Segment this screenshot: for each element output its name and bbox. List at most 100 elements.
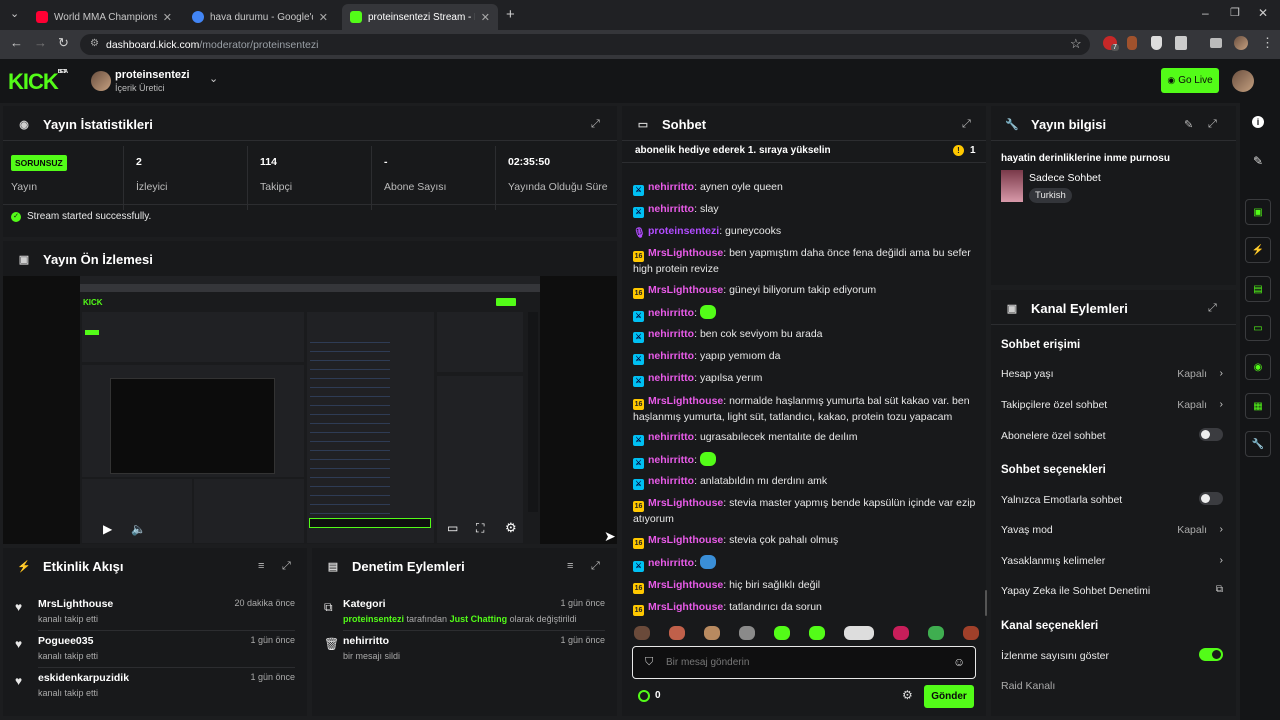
chat-message[interactable]: ⚔ nehirritto: anlatabıldın mı derdını amk bbox=[633, 474, 983, 490]
chat-username[interactable]: MrsLighthouse bbox=[648, 497, 723, 509]
setting-subscribers-only[interactable]: Abonelere özel sohbet bbox=[1001, 428, 1223, 450]
emote-icon[interactable] bbox=[963, 626, 979, 640]
chat-message[interactable]: ⚔ nehirritto: bbox=[633, 305, 983, 322]
send-button[interactable]: Gönder bbox=[924, 685, 974, 708]
channel-avatar[interactable] bbox=[91, 71, 111, 91]
tab-search-icon[interactable]: ⌄ bbox=[10, 7, 19, 20]
shield-extension-icon[interactable] bbox=[1151, 36, 1162, 50]
chat-username[interactable]: nehirritto bbox=[648, 203, 694, 215]
chat-message[interactable]: ⚔ nehirritto: yapıp yemıom da bbox=[633, 349, 983, 365]
edit-pencil-icon[interactable]: ✎ bbox=[1253, 154, 1263, 168]
sidebar-stats-icon[interactable]: ▣ bbox=[1245, 199, 1271, 225]
chat-message[interactable]: 16 MrsLighthouse: güneyi biliyorum takip … bbox=[633, 283, 983, 299]
url-field[interactable]: dashboard.kick.com/moderator/proteinsent… bbox=[80, 34, 1090, 55]
sidebar-preview-icon[interactable]: ◉ bbox=[1245, 354, 1271, 380]
video-player[interactable]: KICK ▶ 🔈 ▭ ⛶ ⚙ bbox=[3, 276, 617, 544]
emote-icon[interactable] bbox=[893, 626, 909, 640]
chat-message[interactable]: 16 MrsLighthouse: normalde haşlanmış yumu… bbox=[633, 394, 983, 425]
list-item[interactable]: ♥ Poguee035 kanalı takip etti 1 gün önce bbox=[3, 631, 307, 668]
user-avatar[interactable] bbox=[1232, 70, 1254, 92]
back-icon[interactable]: ← bbox=[10, 35, 23, 50]
filter-icon[interactable]: ≡ bbox=[567, 560, 573, 572]
chat-username[interactable]: nehirritto bbox=[648, 431, 694, 443]
list-item[interactable]: 🗑 nehirritto bir mesajı sildi 1 gün önce bbox=[312, 631, 617, 668]
chat-username[interactable]: nehirritto bbox=[648, 181, 694, 193]
chat-message[interactable]: ⚔ nehirritto: bbox=[633, 555, 983, 572]
shield-icon[interactable]: ⛉ bbox=[645, 656, 653, 669]
channel-points-icon[interactable] bbox=[638, 690, 650, 702]
chat-message[interactable]: 16 MrsLighthouse: hiç biri sağlıklı değil bbox=[633, 578, 983, 594]
chat-username[interactable]: MrsLighthouse bbox=[648, 579, 723, 591]
sidebar-wrench-icon[interactable]: 🔧 bbox=[1245, 431, 1271, 457]
chat-input-box[interactable]: ⛉ Bir mesaj gönderin ☺ bbox=[632, 646, 976, 679]
chat-username[interactable]: nehirritto bbox=[648, 475, 694, 487]
setting-account-age[interactable]: Hesap yaşı Kapalı › bbox=[1001, 367, 1223, 388]
expand-icon[interactable]: ⤢ bbox=[591, 118, 600, 131]
chat-message[interactable]: ⚔ nehirritto: bbox=[633, 452, 983, 469]
chat-username[interactable]: MrsLighthouse bbox=[648, 284, 723, 296]
setting-emote-only[interactable]: Yalnızca Emotlarla sohbet bbox=[1001, 492, 1223, 514]
media-control-icon[interactable] bbox=[1210, 38, 1222, 48]
extension-icon[interactable] bbox=[1127, 36, 1137, 50]
expand-icon[interactable]: ⤢ bbox=[282, 560, 291, 573]
chat-username[interactable]: nehirritto bbox=[648, 307, 694, 319]
edit-pencil-icon[interactable]: ✎ bbox=[1184, 118, 1193, 131]
forward-icon[interactable]: → bbox=[34, 35, 47, 50]
emote-icon[interactable] bbox=[928, 626, 944, 640]
puzzle-extension-icon[interactable] bbox=[1175, 36, 1187, 50]
emote-icon[interactable] bbox=[704, 626, 720, 640]
reload-icon[interactable]: ↻ bbox=[58, 35, 69, 51]
chat-username[interactable]: MrsLighthouse bbox=[648, 247, 723, 259]
chat-username[interactable]: MrsLighthouse bbox=[648, 534, 723, 546]
chat-input[interactable]: Bir mesaj gönderin bbox=[666, 657, 749, 668]
chat-message[interactable]: ⚔ nehirritto: slay bbox=[633, 202, 983, 218]
emote-icon[interactable] bbox=[739, 626, 755, 640]
chat-message[interactable]: 16 MrsLighthouse: stevia master yapmış be… bbox=[633, 496, 983, 527]
browser-menu-icon[interactable]: ⋮ bbox=[1261, 35, 1274, 51]
fullscreen-icon[interactable]: ⛶ bbox=[476, 521, 484, 536]
emote-icon[interactable] bbox=[774, 626, 790, 640]
expand-icon[interactable]: ⤢ bbox=[962, 118, 971, 131]
emote-icon[interactable] bbox=[809, 626, 825, 640]
volume-icon[interactable]: 🔈 bbox=[131, 522, 146, 536]
setting-show-viewcount[interactable]: İzlenme sayısını göster bbox=[1001, 648, 1223, 670]
minimize-icon[interactable]: – bbox=[1202, 6, 1209, 20]
list-item[interactable]: ♥ eskidenkarpuzidik kanalı takip etti 1 … bbox=[3, 668, 307, 705]
toggle-switch[interactable] bbox=[1199, 492, 1223, 505]
window-close-icon[interactable]: ✕ bbox=[1258, 6, 1268, 20]
chat-message[interactable]: 16 MrsLighthouse: stevia çok pahalı olmuş bbox=[633, 533, 983, 549]
chat-message[interactable]: ⚔ nehirritto: ugrasabılecek mentalıte de … bbox=[633, 430, 983, 446]
pinned-message[interactable]: abonelik hediye ederek 1. sıraya yükseli… bbox=[635, 145, 831, 156]
chat-username[interactable]: nehirritto bbox=[648, 350, 694, 362]
chevron-down-icon[interactable]: ⌄ bbox=[209, 72, 218, 85]
emoji-icon[interactable]: ☺ bbox=[953, 655, 965, 669]
chat-message[interactable]: 16 MrsLighthouse: ben yapmıştım daha önce… bbox=[633, 246, 983, 277]
profile-avatar[interactable] bbox=[1234, 36, 1248, 50]
list-item[interactable]: ⧉ Kategori proteinsentezi tarafından Jus… bbox=[312, 594, 617, 631]
site-info-icon[interactable]: ⚙ bbox=[90, 38, 99, 49]
setting-followers-only[interactable]: Takipçilere özel sohbet Kapalı › bbox=[1001, 398, 1223, 419]
browser-tab-youtube[interactable]: World MMA Championship Ant ✕ bbox=[28, 4, 180, 30]
list-item[interactable]: ♥ MrsLighthouse kanalı takip etti 20 dak… bbox=[3, 594, 307, 631]
sidebar-chat-icon[interactable]: ▭ bbox=[1245, 315, 1271, 341]
sidebar-channel-icon[interactable]: ▦ bbox=[1245, 393, 1271, 419]
settings-gear-icon[interactable]: ⚙ bbox=[505, 520, 517, 536]
sidebar-document-icon[interactable]: ▤ bbox=[1245, 276, 1271, 302]
filter-icon[interactable]: ≡ bbox=[258, 560, 264, 572]
toggle-switch[interactable] bbox=[1199, 428, 1223, 441]
setting-raid-channel[interactable]: Raid Kanalı bbox=[1001, 680, 1223, 700]
close-icon[interactable]: ✕ bbox=[163, 11, 172, 24]
maximize-icon[interactable]: ❐ bbox=[1230, 6, 1240, 19]
close-icon[interactable]: ✕ bbox=[481, 11, 490, 24]
chat-message[interactable]: ⚔ nehirritto: aynen oyle queen bbox=[633, 180, 983, 196]
chat-message[interactable]: ⚔ nehirritto: ben cok seviyom bu arada bbox=[633, 327, 983, 343]
channel-name[interactable]: proteinsentezi bbox=[115, 69, 190, 81]
chat-username[interactable]: nehirritto bbox=[648, 372, 694, 384]
close-icon[interactable]: ✕ bbox=[319, 11, 328, 24]
chat-username[interactable]: proteinsentezi bbox=[648, 225, 719, 237]
setting-slow-mode[interactable]: Yavaş mod Kapalı › bbox=[1001, 523, 1223, 544]
emote-icon[interactable] bbox=[844, 626, 874, 640]
chat-message[interactable]: 🎙 proteinsentezi: guneycooks bbox=[633, 224, 983, 239]
expand-icon[interactable]: ⤢ bbox=[1208, 118, 1217, 131]
emote-icon[interactable] bbox=[669, 626, 685, 640]
